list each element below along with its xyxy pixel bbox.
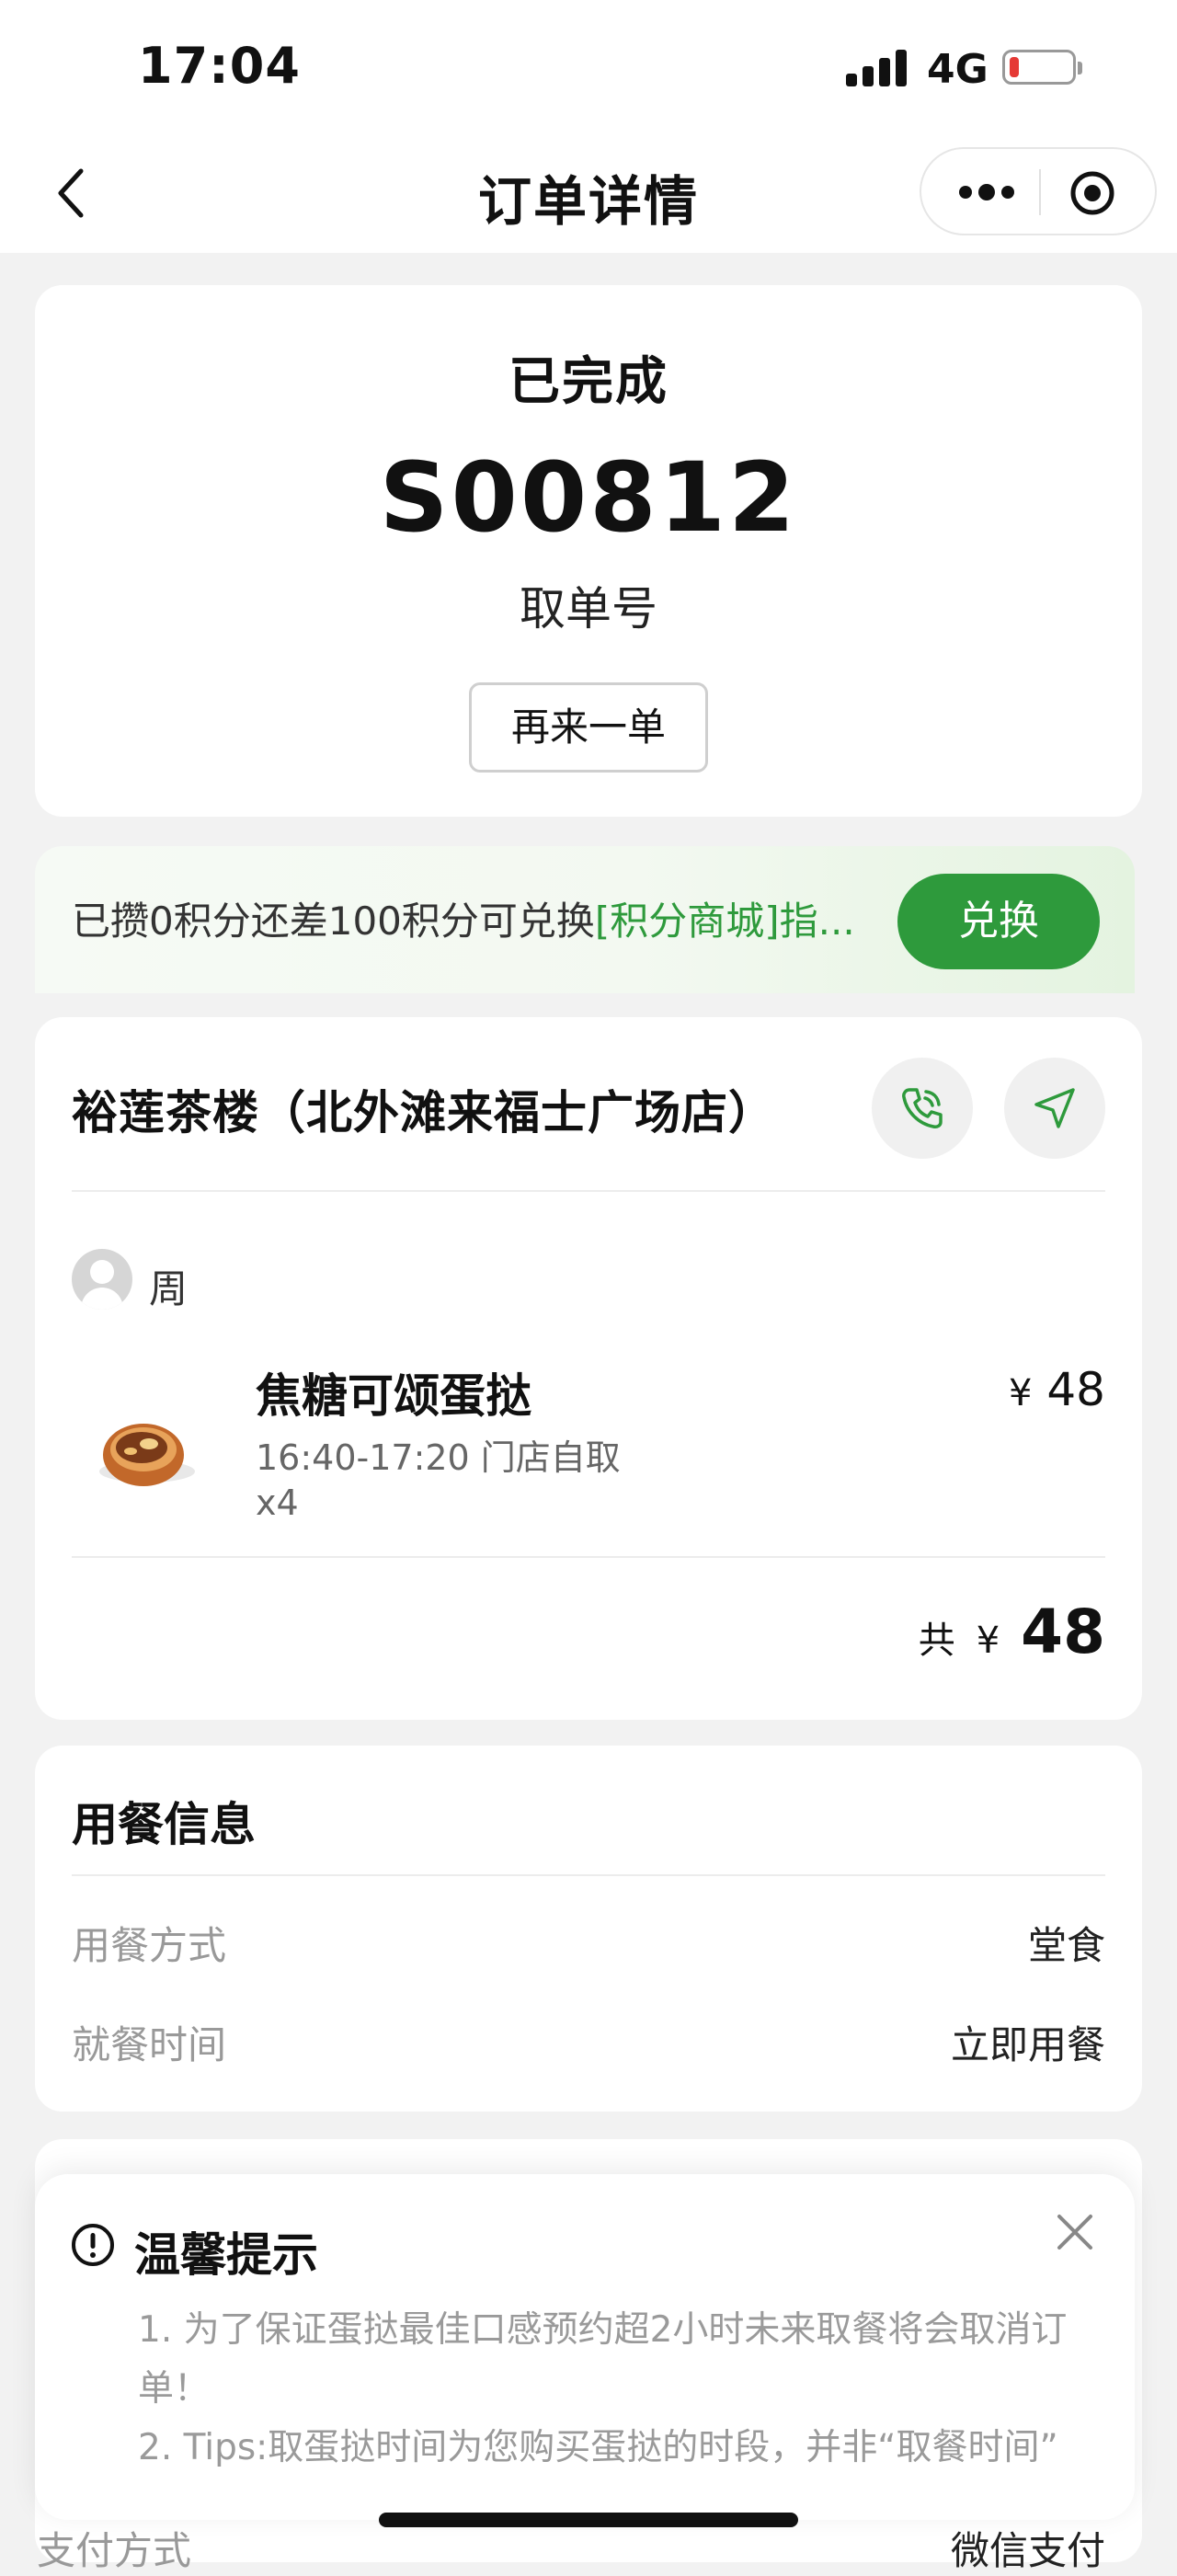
points-banner: 已攒0积分还差100积分可兑换[积分商城]指... 兑换	[35, 846, 1135, 993]
payment-method-value: 微信支付	[950, 2528, 1105, 2573]
notice-tip-1-line-2: 单！	[138, 2368, 211, 2410]
network-type: 4G	[927, 46, 988, 93]
payment-method-label: 支付方式	[37, 2528, 192, 2573]
points-progress-text: 已攒0积分还差100积分可兑换	[72, 899, 595, 944]
divider	[72, 1874, 1105, 1876]
store-order-card: 裕莲茶楼（北外滩来福士广场店） 周 焦糖可颂蛋挞 16:40-17:20 门店自…	[35, 1017, 1142, 1720]
total-value: 48	[1021, 1597, 1105, 1667]
notice-tip-1-line-1: 1. 为了保证蛋挞最佳口感预约超2小时未来取餐将会取消订	[138, 2309, 1068, 2351]
close-miniprogram-icon[interactable]	[1068, 169, 1116, 217]
close-icon[interactable]	[1052, 2209, 1098, 2255]
more-icon[interactable]	[954, 171, 1019, 213]
call-store-button[interactable]	[872, 1058, 973, 1159]
store-name: 裕莲茶楼（北外滩来福士广场店）	[72, 1086, 775, 1139]
notice-tip-2: 2. Tips:取蛋挞时间为您购买蛋挞的时段，并非“取餐时间”	[138, 2427, 1058, 2468]
navigation-arrow-icon	[1034, 1088, 1075, 1128]
status-time: 17:04	[138, 37, 301, 95]
points-mall-link[interactable]: [积分商城]指...	[595, 899, 855, 944]
avatar	[72, 1249, 132, 1310]
dining-time-label: 就餐时间	[72, 2022, 227, 2067]
divider	[72, 1556, 1105, 1558]
notice-popup: 温馨提示 1. 为了保证蛋挞最佳口感预约超2小时未来取餐将会取消订 单！ 2. …	[35, 2174, 1135, 2520]
dining-info-title: 用餐信息	[72, 1798, 256, 1851]
divider	[72, 1190, 1105, 1192]
total-prefix: 共	[918, 1620, 955, 1662]
reorder-button[interactable]: 再来一单	[469, 682, 708, 773]
order-status-card: 已完成 S00812 取单号 再来一单	[35, 285, 1142, 817]
dining-mode-label: 用餐方式	[72, 1923, 227, 1968]
item-quantity: x4	[256, 1483, 299, 1523]
points-text: 已攒0积分还差100积分可兑换[积分商城]指...	[72, 890, 855, 946]
item-pickup-time: 16:40-17:20 门店自取	[256, 1437, 621, 1478]
dining-info-card: 用餐信息 用餐方式 堂食 就餐时间 立即用餐	[35, 1746, 1142, 2112]
dining-mode-value: 堂食	[1027, 1923, 1105, 1968]
warning-icon	[72, 2224, 114, 2266]
dining-time-value: 立即用餐	[950, 2022, 1105, 2067]
order-total: 共 ¥ 48	[919, 1597, 1105, 1667]
notice-title: 温馨提示	[134, 2228, 318, 2282]
currency-symbol: ¥	[976, 1620, 1000, 1662]
user-name: 周	[149, 1266, 189, 1311]
navigate-store-button[interactable]	[1004, 1058, 1105, 1159]
signal-icon	[846, 46, 910, 86]
pickup-number: S00812	[379, 441, 798, 554]
currency-symbol: ¥	[1009, 1372, 1033, 1414]
item-price-value: 48	[1046, 1363, 1105, 1416]
battery-icon	[1002, 50, 1082, 85]
pickup-number-label: 取单号	[520, 582, 657, 635]
item-name: 焦糖可颂蛋挞	[256, 1369, 531, 1423]
exchange-button[interactable]: 兑换	[897, 874, 1100, 969]
egg-tart-image	[99, 1424, 195, 1486]
mini-program-capsule	[920, 147, 1157, 235]
item-price: ¥ 48	[1009, 1363, 1105, 1416]
phone-icon	[902, 1088, 943, 1128]
order-status: 已完成	[509, 352, 668, 412]
home-indicator	[379, 2513, 798, 2527]
